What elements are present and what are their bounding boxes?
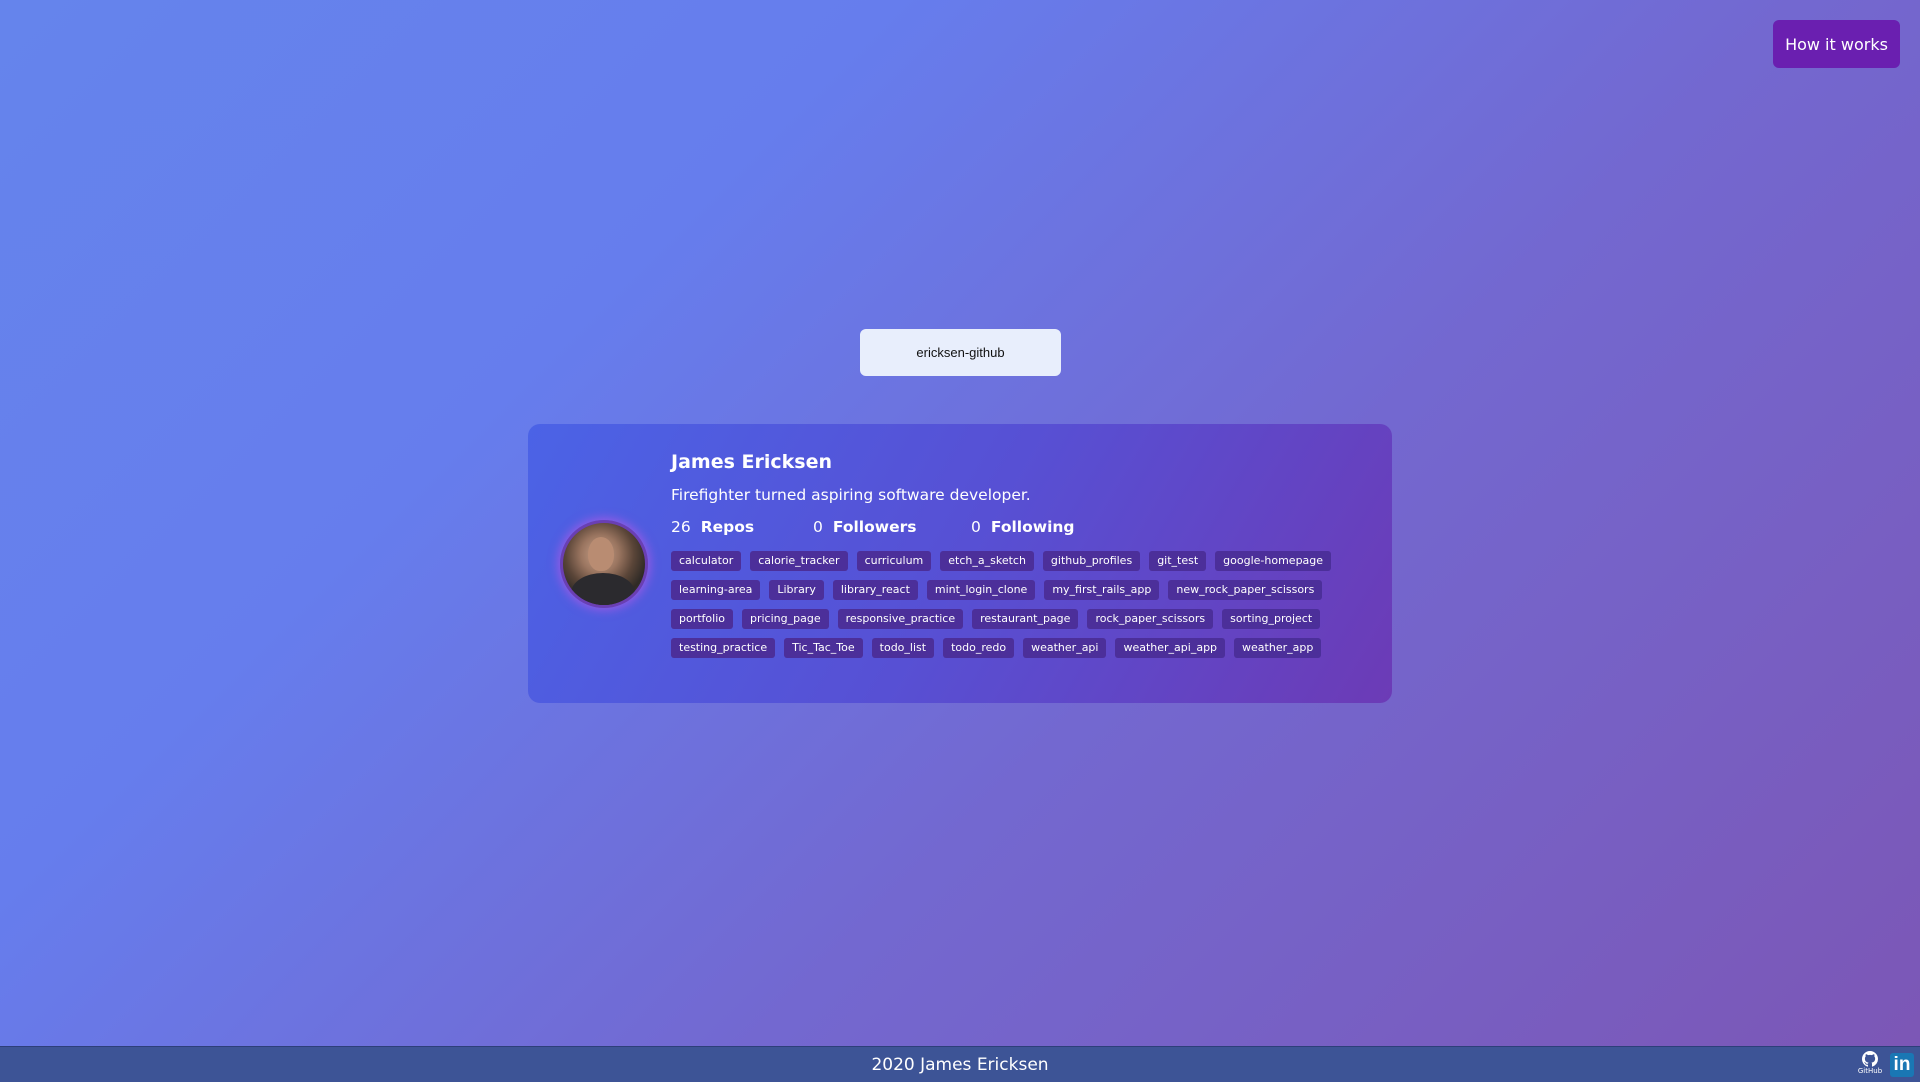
- how-it-works-button[interactable]: How it works: [1773, 20, 1900, 68]
- linkedin-icon[interactable]: in: [1890, 1053, 1914, 1077]
- repo-badge[interactable]: sorting_project: [1222, 609, 1321, 629]
- repo-list: calculator calorie_tracker curriculum etch_…: [671, 551, 1351, 667]
- repo-badge[interactable]: weather_app: [1234, 638, 1322, 658]
- search-container: [860, 329, 1061, 376]
- repo-badge[interactable]: etch_a_sketch: [940, 551, 1034, 571]
- repo-badge[interactable]: todo_list: [871, 638, 935, 658]
- username-search-input[interactable]: [860, 329, 1061, 376]
- github-icon: [1862, 1051, 1878, 1067]
- repo-badge[interactable]: weather_api: [1023, 638, 1107, 658]
- profile-card: James Ericksen Firefighter turned aspiri…: [528, 424, 1392, 703]
- footer-copyright: 2020 James Ericksen: [871, 1054, 1049, 1075]
- repo-badge[interactable]: new_rock_paper_scissors: [1168, 580, 1323, 600]
- profile-bio: Firefighter turned aspiring software dev…: [671, 486, 1031, 504]
- repo-badge[interactable]: rock_paper_scissors: [1087, 609, 1214, 629]
- repo-badge[interactable]: mint_login_clone: [926, 580, 1036, 600]
- repo-badge[interactable]: restaurant_page: [972, 609, 1079, 629]
- repo-badge[interactable]: calorie_tracker: [750, 551, 848, 571]
- repo-badge[interactable]: git_test: [1149, 551, 1207, 571]
- github-label: GitHub: [1857, 1067, 1883, 1075]
- repo-badge[interactable]: testing_practice: [671, 638, 776, 658]
- profile-info: James Ericksen Firefighter turned aspiri…: [671, 450, 1361, 667]
- github-link[interactable]: GitHub: [1858, 1051, 1882, 1079]
- avatar: [560, 520, 648, 608]
- following-count: 0: [971, 518, 981, 536]
- followers-label: Followers: [832, 518, 917, 536]
- profile-stats: 26 Repos 0 Followers 0 Following: [671, 517, 1361, 537]
- repo-badge[interactable]: library_react: [832, 580, 918, 600]
- following-label: Following: [990, 518, 1075, 536]
- repos-label: Repos: [700, 518, 755, 536]
- followers-count: 0: [813, 518, 823, 536]
- repo-badge[interactable]: Library: [769, 580, 824, 600]
- repo-badge[interactable]: my_first_rails_app: [1044, 580, 1160, 600]
- repo-badge[interactable]: learning-area: [671, 580, 761, 600]
- avatar-body-shape: [571, 573, 635, 605]
- repo-badge[interactable]: portfolio: [671, 609, 733, 629]
- repo-badge[interactable]: pricing_page: [742, 609, 829, 629]
- profile-name: James Ericksen: [671, 451, 832, 473]
- stat-repos: 26 Repos: [671, 517, 813, 537]
- repo-badge[interactable]: Tic_Tac_Toe: [784, 638, 863, 658]
- repos-count: 26: [671, 518, 691, 536]
- repo-badge[interactable]: responsive_practice: [837, 609, 964, 629]
- repo-badge[interactable]: weather_api_app: [1115, 638, 1226, 658]
- stat-followers: 0 Followers: [813, 517, 971, 537]
- footer-social-links: GitHub in: [1858, 1051, 1914, 1079]
- avatar-face-shape: [588, 537, 614, 571]
- repo-badge[interactable]: todo_redo: [943, 638, 1015, 658]
- repo-badge[interactable]: github_profiles: [1042, 551, 1141, 571]
- repo-badge[interactable]: calculator: [671, 551, 742, 571]
- repo-badge[interactable]: curriculum: [856, 551, 932, 571]
- footer: 2020 James Ericksen GitHub in: [0, 1046, 1920, 1082]
- stat-following: 0 Following: [971, 517, 1075, 537]
- repo-badge[interactable]: google-homepage: [1215, 551, 1332, 571]
